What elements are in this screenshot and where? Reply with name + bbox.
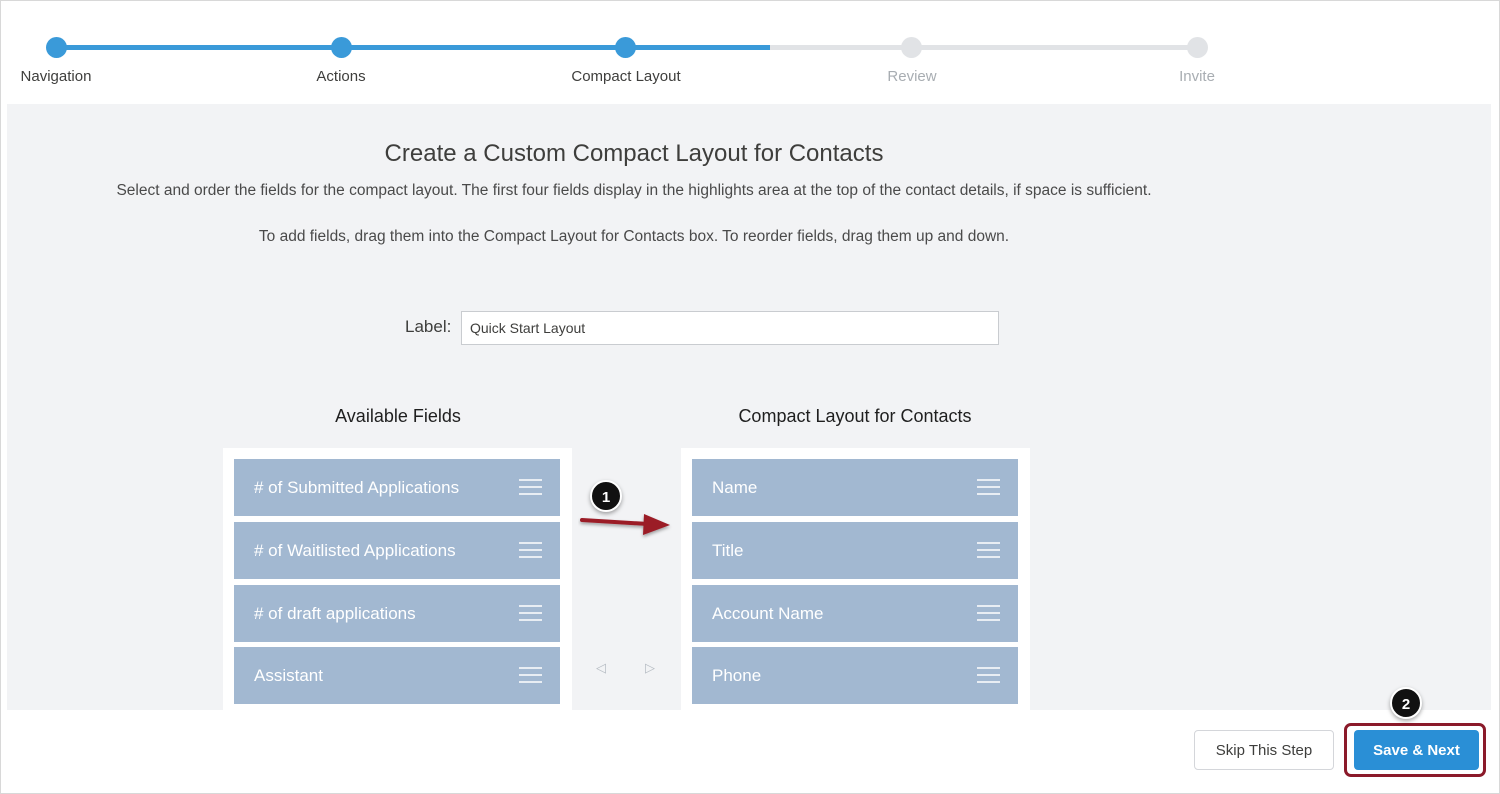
page-title: Create a Custom Compact Layout for Conta… [384,140,884,167]
step-dot-invite [1187,37,1208,58]
page-instruction: To add fields, drag them into the Compac… [258,228,1010,245]
layout-field-label: Title [712,541,744,560]
layout-field-label: Account Name [712,604,824,623]
layout-field-item[interactable]: Phone [692,647,1018,704]
step-dot-navigation[interactable] [46,37,67,58]
layout-field-label: Name [712,478,758,497]
field-item[interactable]: Assistant [234,647,560,704]
compact-layout-title: Compact Layout for Contacts [738,406,972,426]
drag-handle-icon[interactable] [977,605,1000,622]
layout-field-item[interactable]: Name [692,459,1018,516]
step-label-compact-layout[interactable]: Compact Layout [571,68,680,85]
layout-field-item[interactable]: Title [692,522,1018,579]
field-item-label: # of Waitlisted Applications [254,541,456,560]
available-fields-list[interactable]: # of Submitted Applications # of Waitlis… [223,448,572,710]
step-label-invite: Invite [1179,68,1215,85]
layout-field-label: Phone [712,666,762,685]
move-right-icon[interactable]: ▷ [645,660,655,676]
drag-handle-icon[interactable] [977,542,1000,559]
field-item[interactable]: # of Waitlisted Applications [234,522,560,579]
progress-track-complete [56,45,770,50]
drag-handle-icon[interactable] [519,605,542,622]
drag-handle-icon[interactable] [519,667,542,684]
move-left-icon[interactable]: ◁ [596,660,606,676]
drag-handle-icon[interactable] [519,479,542,496]
save-and-next-button[interactable]: Save & Next [1354,730,1479,770]
progress-track-remaining [770,45,1197,50]
step-dot-review [901,37,922,58]
field-item-label: # of Submitted Applications [254,478,460,497]
field-item-label: Assistant [254,666,323,685]
skip-this-step-button[interactable]: Skip This Step [1194,730,1334,770]
field-item[interactable]: # of draft applications [234,585,560,642]
field-item[interactable]: # of Submitted Applications [234,459,560,516]
page-description: Select and order the fields for the comp… [116,182,1152,199]
field-item-label: # of draft applications [254,604,416,623]
step-label-actions[interactable]: Actions [316,68,365,85]
drag-handle-icon[interactable] [519,542,542,559]
layout-label-input[interactable] [461,311,999,345]
drag-handle-icon[interactable] [977,667,1000,684]
annotation-badge-2: 2 [1390,687,1422,719]
content-panel: Create a Custom Compact Layout for Conta… [7,104,1491,710]
step-dot-compact-layout[interactable] [615,37,636,58]
label-caption: Label: [405,317,452,336]
compact-layout-list[interactable]: Name Title Account Name Phone [681,448,1030,710]
step-dot-actions[interactable] [331,37,352,58]
available-fields-title: Available Fields [335,406,461,426]
layout-field-item[interactable]: Account Name [692,585,1018,642]
drag-handle-icon[interactable] [977,479,1000,496]
step-label-review: Review [887,68,937,85]
callout-arrow-icon [580,514,670,535]
step-label-navigation[interactable]: Navigation [21,68,92,85]
